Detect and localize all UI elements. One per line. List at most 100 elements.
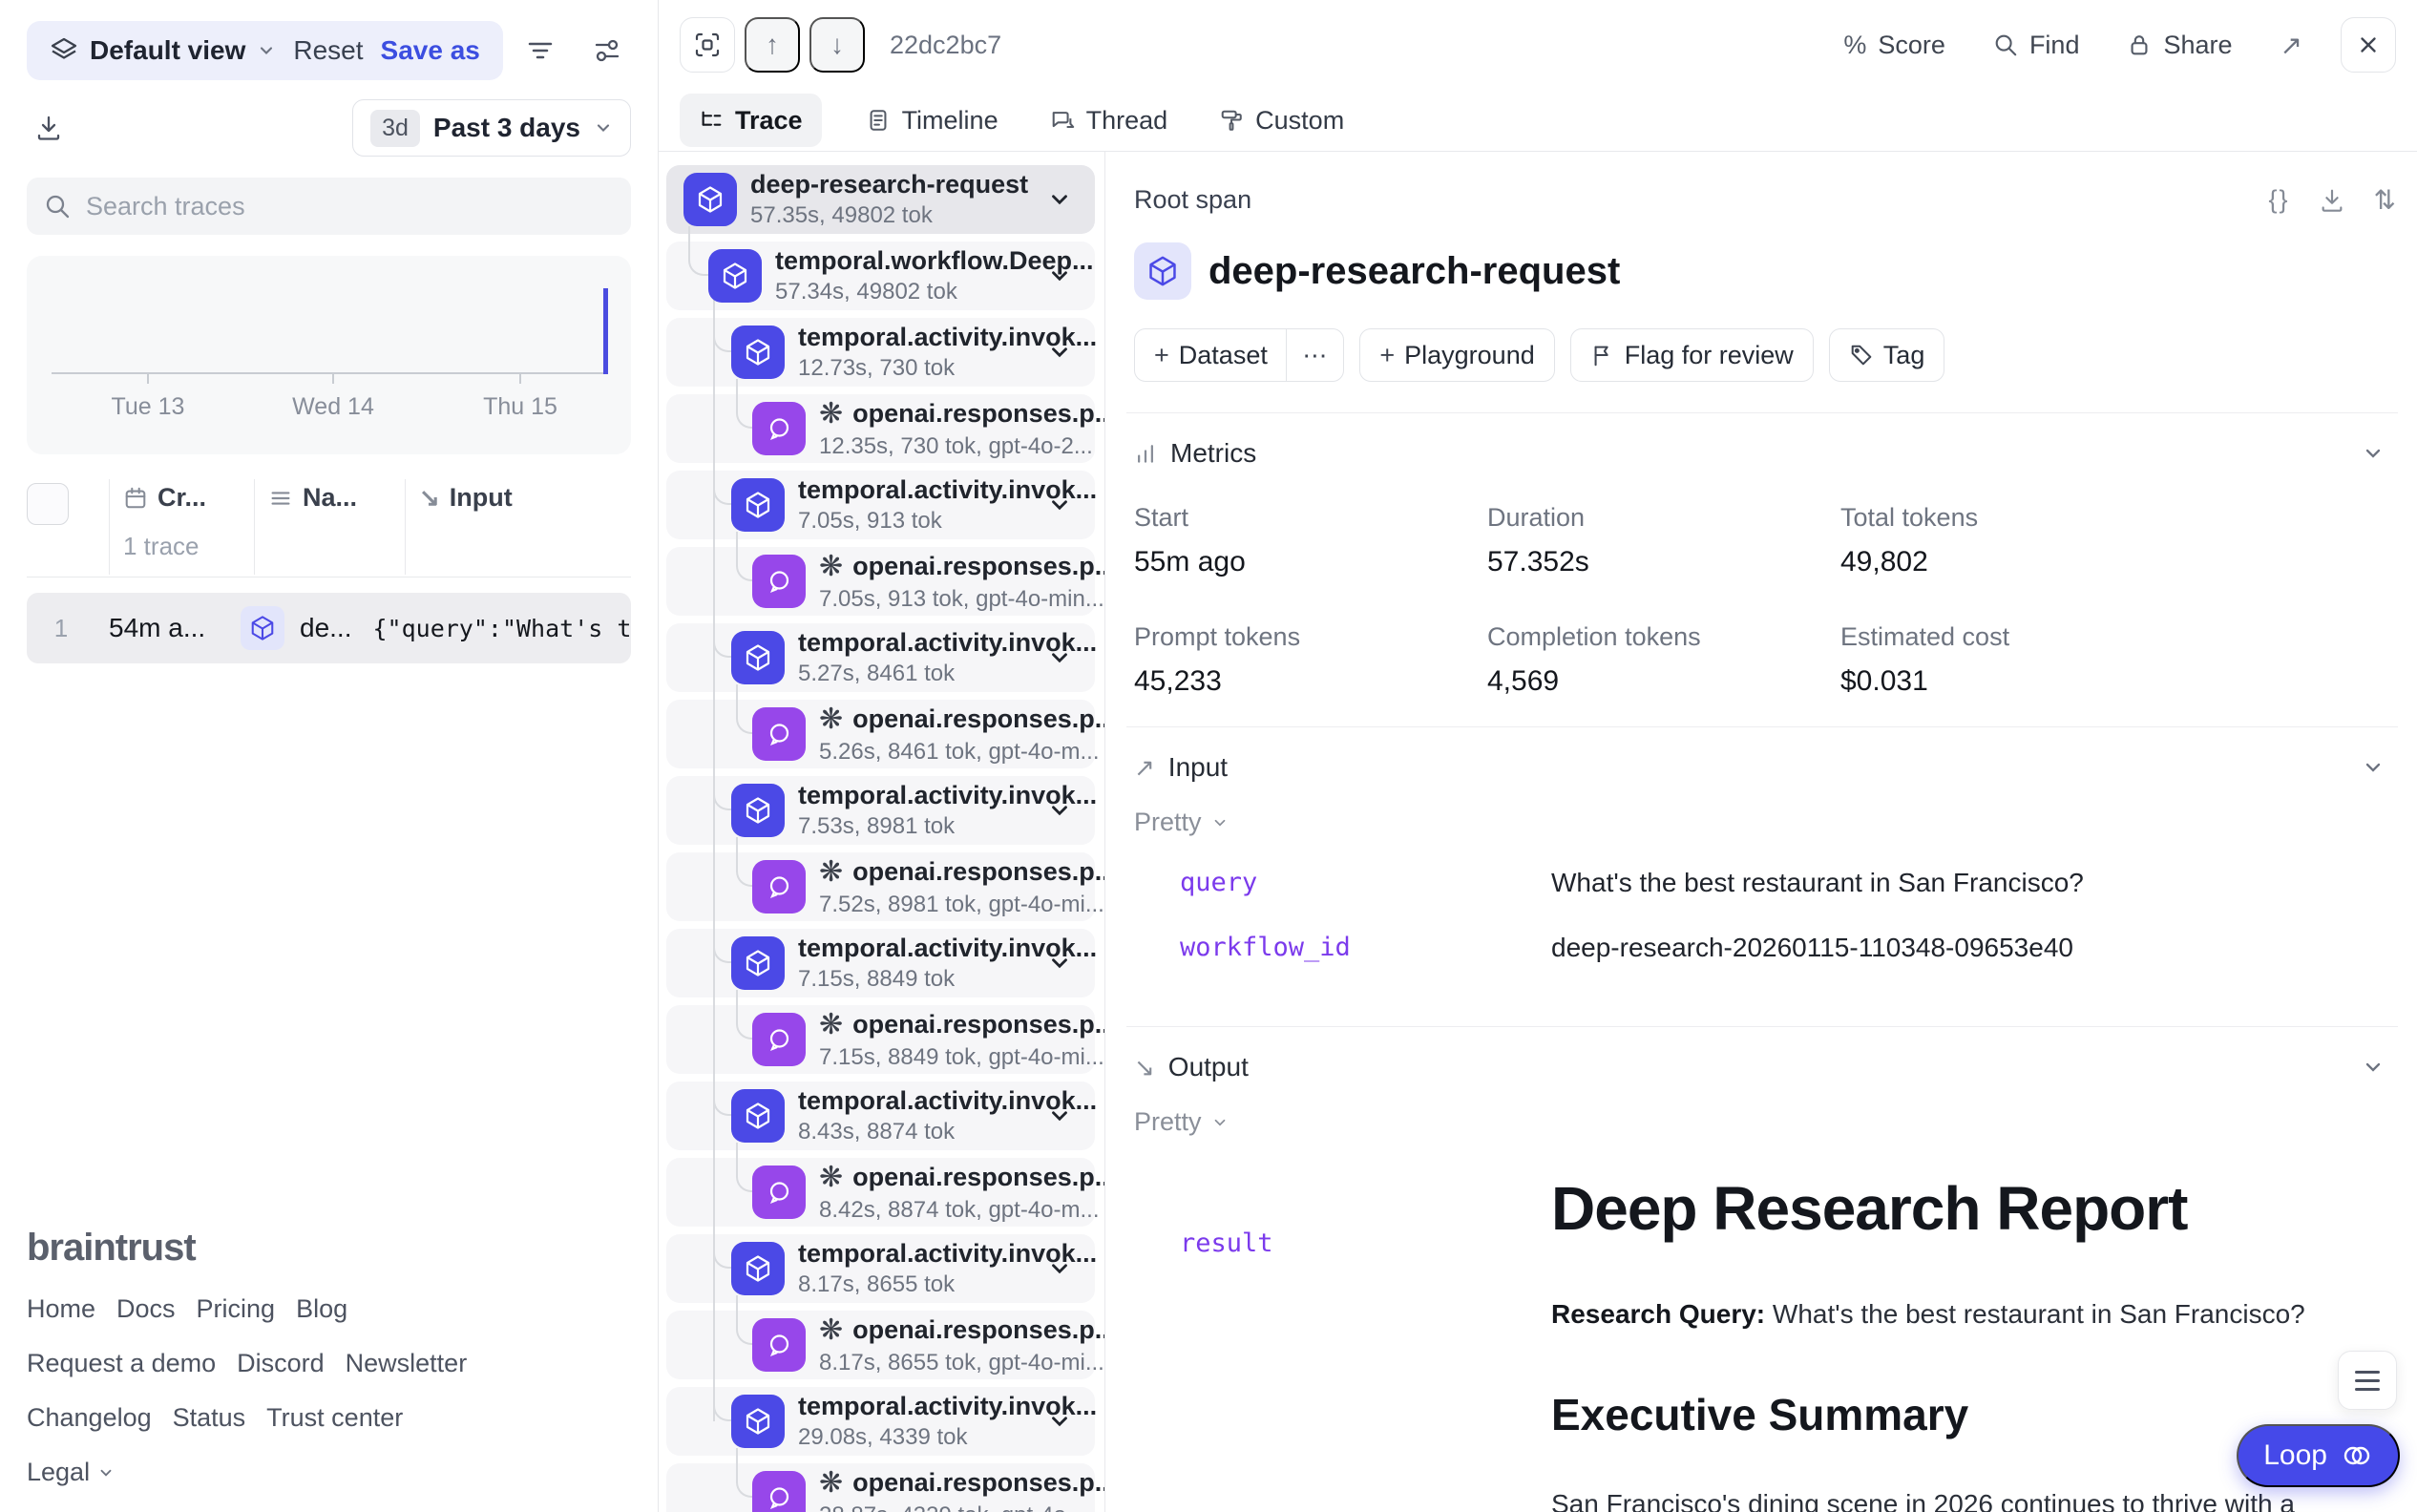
trace-span-row[interactable]: ❋openai.responses.p... 7.52s, 8981 tok, … — [666, 852, 1095, 921]
footer-link[interactable]: Newsletter — [346, 1349, 468, 1378]
open-in-new-icon[interactable]: ↗ — [2280, 30, 2302, 61]
field-key[interactable]: query — [1180, 868, 1551, 898]
trace-span-row[interactable]: ❋openai.responses.p... 8.17s, 8655 tok, … — [666, 1311, 1095, 1379]
share-button[interactable]: Share — [2127, 31, 2232, 60]
footer-link[interactable]: Home — [27, 1294, 95, 1324]
trace-span-row[interactable]: ❋openai.responses.p... 8.42s, 8874 tok, … — [666, 1158, 1095, 1227]
legal-dropdown[interactable]: Legal — [27, 1458, 467, 1487]
trace-span-row[interactable]: temporal.activity.invok... 12.73s, 730 t… — [666, 318, 1095, 387]
field-key[interactable]: result — [1180, 1228, 1551, 1258]
field-key[interactable]: workflow_id — [1180, 933, 1551, 963]
span-icon — [708, 249, 762, 303]
column-created[interactable]: Cr... — [123, 483, 254, 513]
footer-link[interactable]: Docs — [116, 1294, 176, 1324]
footer-link[interactable]: Discord — [237, 1349, 325, 1378]
footer-link[interactable]: Status — [173, 1403, 246, 1433]
json-view-icon[interactable]: {} — [2268, 185, 2289, 215]
chevron-down-icon[interactable] — [1047, 951, 1072, 976]
column-input[interactable]: ↘ Input — [419, 483, 631, 513]
download-icon[interactable] — [34, 114, 63, 142]
default-view-dropdown[interactable]: Default view — [50, 35, 276, 66]
trace-span-row[interactable]: temporal.activity.invok... 29.08s, 4339 … — [666, 1387, 1095, 1456]
trace-span-row[interactable]: deep-research-request 57.35s, 49802 tok — [666, 165, 1095, 234]
add-to-dataset-button[interactable]: + Dataset — [1134, 328, 1288, 382]
tab-thread[interactable]: Thread — [1042, 94, 1176, 147]
reset-button[interactable]: Reset — [293, 35, 363, 66]
collapse-section-icon[interactable] — [2362, 1056, 2385, 1079]
flag-for-review-button[interactable]: Flag for review — [1570, 328, 1814, 382]
chevron-down-icon[interactable] — [1047, 798, 1072, 823]
close-button[interactable] — [2341, 17, 2396, 73]
report-title: Deep Research Report — [1551, 1173, 2372, 1244]
footer-link[interactable]: Trust center — [266, 1403, 403, 1433]
metric-item: Completion tokens 4,569 — [1487, 622, 1840, 698]
trace-span-row[interactable]: temporal.activity.invok... 8.17s, 8655 t… — [666, 1234, 1095, 1303]
traces-histogram[interactable]: Tue 13 Wed 14 Thu 15 — [27, 256, 631, 454]
focus-span-button[interactable] — [680, 17, 735, 73]
format-dropdown[interactable]: Pretty — [1134, 1107, 2388, 1137]
find-button[interactable]: Find — [1993, 31, 2080, 60]
chevron-down-icon[interactable] — [1047, 493, 1072, 517]
score-button[interactable]: % Score — [1843, 31, 1945, 60]
trace-span-row[interactable]: ❋openai.responses.p... 28.87s, 4339 tok,… — [666, 1463, 1095, 1512]
chevron-down-icon[interactable] — [1047, 263, 1072, 288]
outline-button[interactable] — [2338, 1351, 2397, 1410]
time-filter-row: 3d Past 3 days — [27, 99, 631, 157]
sidebar: Default view Reset Save as 3d — [0, 0, 659, 1512]
loop-button[interactable]: Loop — [2237, 1424, 2400, 1487]
tab-custom[interactable]: Custom — [1211, 94, 1352, 147]
expand-collapse-icon[interactable]: ⇅ — [2374, 184, 2396, 216]
trace-table-row[interactable]: 1 54m a... de... {"query":"What's th — [27, 593, 631, 663]
select-all-checkbox[interactable] — [27, 483, 69, 525]
trace-span-row[interactable]: temporal.activity.invok... 7.53s, 8981 t… — [666, 776, 1095, 845]
chevron-down-icon[interactable] — [1047, 340, 1072, 365]
chevron-down-icon[interactable] — [1047, 645, 1072, 670]
trace-span-row[interactable]: ❋openai.responses.p... 7.05s, 913 tok, g… — [666, 547, 1095, 616]
cube-glyph — [721, 262, 749, 290]
tag-button[interactable]: Tag — [1829, 328, 1945, 382]
trace-id: 22dc2bc7 — [890, 31, 1001, 60]
search-input[interactable] — [86, 192, 614, 221]
rows-icon — [268, 486, 293, 511]
tab-trace[interactable]: Trace — [680, 94, 822, 147]
trace-tree-rows: deep-research-request 57.35s, 49802 tok … — [666, 165, 1095, 1512]
chevron-down-icon[interactable] — [1047, 1409, 1072, 1434]
collapse-section-icon[interactable] — [2362, 756, 2385, 779]
download-icon[interactable] — [2319, 187, 2345, 214]
add-to-playground-button[interactable]: + Playground — [1359, 328, 1554, 382]
span-title: openai.responses.p... — [852, 1315, 1105, 1345]
trace-span-row[interactable]: temporal.activity.invok... 8.43s, 8874 t… — [666, 1082, 1095, 1150]
trace-span-row[interactable]: ❋openai.responses.p... 7.15s, 8849 tok, … — [666, 1005, 1095, 1074]
collapse-section-icon[interactable] — [2362, 442, 2385, 465]
span-subtitle: 57.35s, 49802 tok — [750, 202, 1028, 229]
format-dropdown[interactable]: Pretty — [1134, 808, 2388, 837]
footer-link[interactable]: Changelog — [27, 1403, 152, 1433]
chevron-down-icon[interactable] — [1047, 1256, 1072, 1281]
plus-icon: + — [1379, 341, 1395, 370]
span-icon — [752, 1471, 806, 1512]
trace-span-row[interactable]: ❋openai.responses.p... 12.35s, 730 tok, … — [666, 394, 1095, 463]
time-range-dropdown[interactable]: 3d Past 3 days — [352, 99, 631, 157]
footer-link[interactable]: Blog — [296, 1294, 347, 1324]
save-as-button[interactable]: Save as — [381, 35, 480, 66]
footer-link[interactable]: Request a demo — [27, 1349, 216, 1378]
footer-link[interactable]: Pricing — [197, 1294, 276, 1324]
column-name[interactable]: Na... — [268, 483, 405, 513]
chart-axis — [52, 372, 608, 374]
trace-span-row[interactable]: temporal.activity.invok... 7.05s, 913 to… — [666, 471, 1095, 539]
dataset-more-button[interactable]: ⋯ — [1286, 328, 1344, 382]
openai-icon: ❋ — [819, 1313, 843, 1347]
trace-span-row[interactable]: temporal.workflow.Deep... 57.34s, 49802 … — [666, 242, 1095, 310]
row-number: 1 — [27, 614, 95, 643]
sliders-icon[interactable] — [593, 36, 621, 65]
trace-span-row[interactable]: temporal.activity.invok... 5.27s, 8461 t… — [666, 623, 1095, 692]
trace-span-row[interactable]: temporal.activity.invok... 7.15s, 8849 t… — [666, 929, 1095, 998]
trace-span-row[interactable]: ❋openai.responses.p... 5.26s, 8461 tok, … — [666, 700, 1095, 768]
percent-icon: % — [1843, 31, 1866, 60]
filter-icon[interactable] — [526, 36, 555, 65]
chevron-down-icon[interactable] — [1047, 187, 1072, 212]
tab-timeline[interactable]: Timeline — [858, 94, 1006, 147]
chevron-down-icon[interactable] — [1047, 1103, 1072, 1128]
next-span-button[interactable]: ↓ — [809, 17, 865, 73]
prev-span-button[interactable]: ↑ — [745, 17, 800, 73]
